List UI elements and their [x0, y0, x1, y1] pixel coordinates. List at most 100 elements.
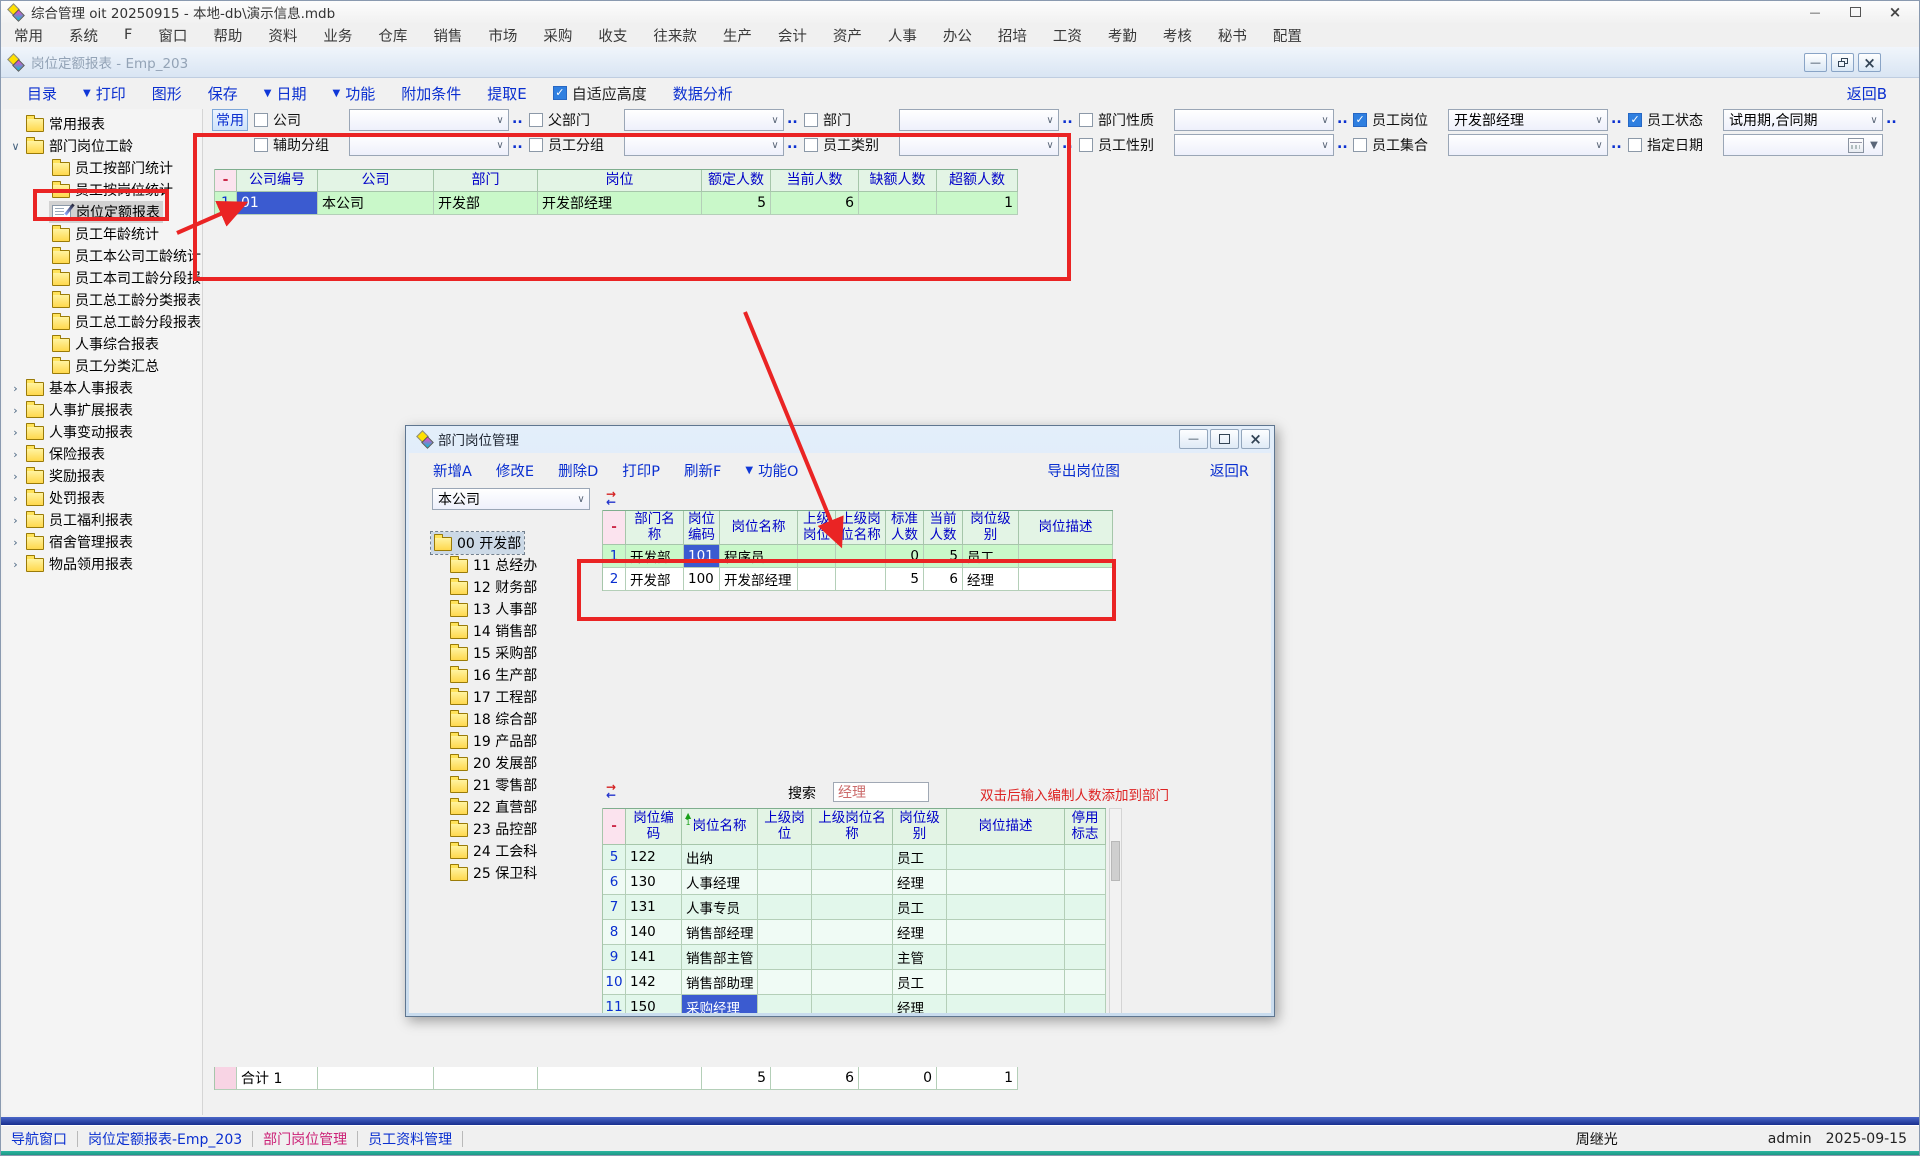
dept-minimize-button[interactable] [1179, 429, 1208, 449]
column-header[interactable]: 岗位编码 [626, 809, 682, 845]
scrollbar-thumb[interactable] [1111, 841, 1120, 881]
column-header[interactable]: 岗位级别 [893, 809, 947, 845]
tree-item[interactable]: 人事综合报表 [3, 333, 202, 355]
table-row[interactable]: 7131人事专员员工 [603, 895, 1106, 920]
dept-tree-item[interactable]: 19 产品部 [419, 730, 597, 752]
menu-item[interactable]: 工资 [1040, 25, 1095, 46]
menu-item[interactable]: 采购 [530, 25, 585, 46]
dept-tree-item[interactable]: 25 保卫科 [419, 862, 597, 884]
column-header[interactable]: - [603, 511, 626, 545]
auto-height-toggle[interactable]: 自适应高度 [553, 83, 647, 104]
tree-item[interactable]: ›人事变动报表 [3, 421, 202, 443]
filter-field[interactable]: 父部门 [529, 109, 590, 131]
dept-tree-item[interactable]: 12 财务部 [419, 576, 597, 598]
filter-field[interactable]: 部门 [804, 109, 851, 131]
data-analysis-button[interactable]: 数据分析 [673, 83, 733, 104]
filter-field[interactable]: 员工分组 [529, 134, 604, 156]
filter-field[interactable]: 公司 [254, 109, 301, 131]
filter-field[interactable]: 员工状态 [1628, 109, 1703, 131]
filter-field[interactable]: 员工岗位 [1353, 109, 1428, 131]
menu-item[interactable]: 会计 [765, 25, 820, 46]
dept-tree-item[interactable]: 11 总经办 [419, 554, 597, 576]
tree-expand-icon[interactable]: › [8, 492, 23, 505]
menu-item[interactable]: 配置 [1260, 25, 1315, 46]
table-row[interactable]: 101本公司开发部开发部经理561 [215, 192, 1018, 215]
filter-field[interactable]: 部门性质 [1079, 109, 1154, 131]
company-select[interactable]: 本公司 ∨ [432, 488, 590, 510]
dept-tree-item[interactable]: 24 工会科 [419, 840, 597, 862]
toolbar-item[interactable]: 保存 [208, 83, 238, 104]
menu-item[interactable]: 仓库 [365, 25, 420, 46]
dept-tree-item[interactable]: 20 发展部 [419, 752, 597, 774]
tab-common[interactable]: 常用 [212, 109, 248, 131]
table-row[interactable]: 2开发部100开发部经理56经理 [603, 568, 1113, 591]
column-header[interactable]: 上级岗位名称 [812, 809, 893, 845]
tree-expand-icon[interactable]: › [8, 514, 23, 527]
menu-item[interactable]: 系统 [56, 25, 111, 46]
tree-item[interactable]: 员工年龄统计 [3, 223, 202, 245]
table-row[interactable]: 8140销售部经理经理 [603, 920, 1106, 945]
dept-tree-item[interactable]: 13 人事部 [419, 598, 597, 620]
checkbox[interactable] [529, 138, 543, 152]
checkbox[interactable] [1079, 113, 1093, 127]
search-input[interactable]: 经理 [833, 782, 929, 802]
column-header[interactable]: 岗位级别 [963, 511, 1019, 545]
dept-toolbar-item[interactable]: 刷新F [684, 460, 721, 481]
tree-item[interactable]: ›处罚报表 [3, 487, 202, 509]
table-row[interactable]: 5122出纳员工 [603, 845, 1106, 870]
filter-date[interactable]: 指定日期 [1628, 134, 1703, 156]
statusbar-item[interactable]: 岗位定额报表-Emp_203 [78, 1129, 252, 1149]
toolbar-item[interactable]: 图形 [152, 83, 182, 104]
table-row[interactable]: 10142销售部助理员工 [603, 970, 1106, 995]
dropdown[interactable]: 试用期,合同期∨ [1723, 109, 1883, 131]
checkbox-checked[interactable] [1353, 113, 1367, 127]
column-header[interactable]: 岗位 [538, 170, 702, 192]
menu-item[interactable]: 资产 [820, 25, 875, 46]
column-header[interactable]: - [603, 809, 626, 845]
dept-toolbar-item[interactable]: 删除D [558, 460, 598, 481]
dropdown[interactable]: ∨ [1174, 109, 1334, 131]
child-restore-button[interactable] [1831, 53, 1854, 72]
filter-field[interactable]: 员工性别 [1079, 134, 1154, 156]
toolbar-item[interactable]: 附加条件 [401, 83, 461, 104]
tree-expand-icon[interactable]: › [8, 382, 23, 395]
menu-item[interactable]: 收支 [585, 25, 640, 46]
dept-toolbar-item[interactable]: ▼功能O [745, 460, 798, 481]
checkbox[interactable] [1079, 138, 1093, 152]
dropdown[interactable]: ∨ [349, 109, 509, 131]
tree-item[interactable]: 员工总工龄分类报表 [3, 289, 202, 311]
tree-expand-icon[interactable]: › [8, 404, 23, 417]
menu-item[interactable]: 常用 [1, 25, 56, 46]
tree-expand-icon[interactable]: › [8, 536, 23, 549]
column-header[interactable]: 上级岗位 [798, 511, 836, 545]
dept-toolbar-item[interactable]: 打印P [622, 460, 660, 481]
checkbox-checked[interactable] [553, 86, 567, 100]
menu-item[interactable]: 资料 [255, 25, 310, 46]
column-header[interactable]: 上级岗位名称 [836, 511, 886, 545]
dropdown[interactable]: ▼ [1723, 134, 1883, 156]
column-header[interactable]: 岗位编码 [684, 511, 720, 545]
tree-expand-icon[interactable]: › [8, 558, 23, 571]
child-close-button[interactable] [1858, 53, 1881, 72]
menu-item[interactable]: 窗口 [145, 25, 200, 46]
column-header[interactable]: 公司 [318, 170, 434, 192]
dept-tree-item[interactable]: 15 采购部 [419, 642, 597, 664]
menu-item[interactable]: 招培 [985, 25, 1040, 46]
column-header[interactable]: 公司编号 [237, 170, 318, 192]
checkbox[interactable] [1628, 138, 1642, 152]
back-button[interactable]: 返回B [1847, 83, 1887, 104]
dept-tree-item[interactable]: 00 开发部 [419, 532, 597, 554]
tree-item[interactable]: ›保险报表 [3, 443, 202, 465]
tree-item[interactable]: 员工分类汇总 [3, 355, 202, 377]
minimize-button[interactable] [1795, 3, 1835, 22]
statusbar-item[interactable]: 部门岗位管理 [253, 1129, 357, 1149]
close-button[interactable] [1875, 3, 1915, 22]
tree-item[interactable]: ›基本人事报表 [3, 377, 202, 399]
tree-item[interactable]: 员工总工龄分段报表 [3, 311, 202, 333]
dept-toolbar-item[interactable]: 新增A [433, 460, 472, 481]
menu-item[interactable]: F [111, 27, 145, 43]
vertical-scrollbar[interactable] [1109, 808, 1122, 1013]
tree-expand-icon[interactable]: › [8, 470, 23, 483]
toolbar-item[interactable]: ▼功能 [332, 83, 375, 104]
menu-item[interactable]: 考勤 [1095, 25, 1150, 46]
